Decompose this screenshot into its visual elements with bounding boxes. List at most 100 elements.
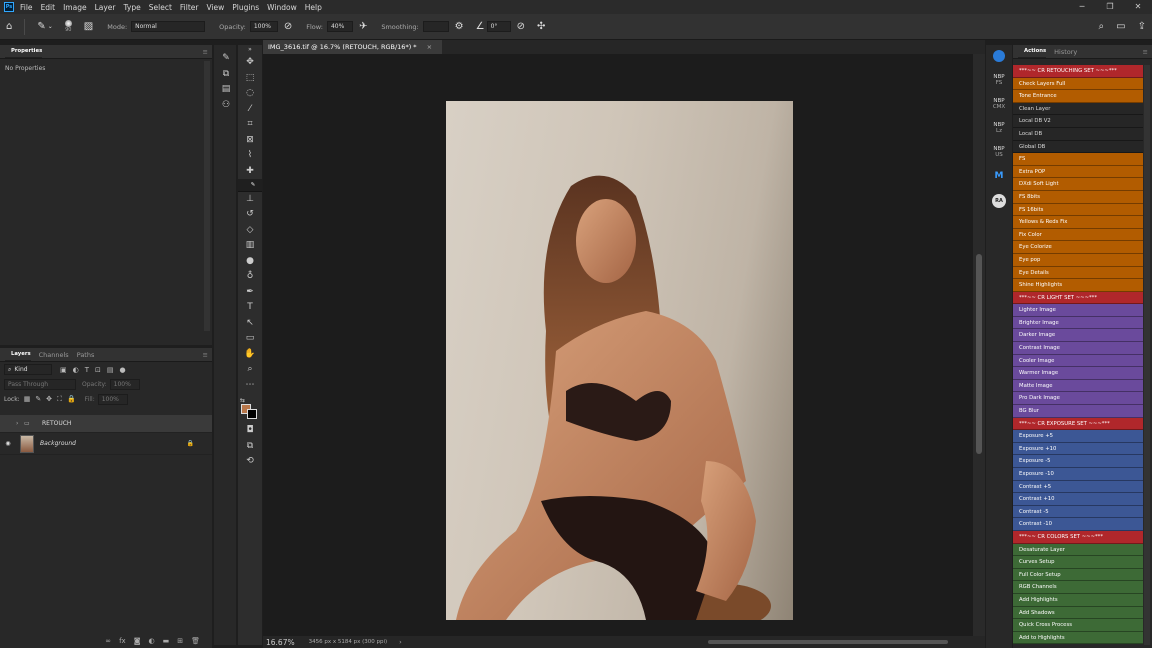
smoothing-field[interactable] — [422, 21, 449, 32]
edit-toolbar-icon[interactable]: ⟲ — [238, 454, 262, 470]
eye-icon[interactable]: ◉ — [0, 440, 16, 447]
blur-tool-icon[interactable]: ● — [238, 254, 262, 270]
screen-mode-icon[interactable]: ⧉ — [238, 439, 262, 455]
action-set-header[interactable]: ***~~ CR EXPOSURE SET ~~~*** — [1013, 417, 1143, 431]
layer-group-retouch[interactable]: › ▭ RETOUCH — [0, 415, 212, 433]
tab-channels[interactable]: Channels — [39, 351, 69, 359]
layer-background[interactable]: ◉ Background 🔒 — [0, 433, 212, 455]
marquee-tool-icon[interactable]: ⬚ — [238, 71, 262, 87]
action-set-header[interactable]: ***~~ CR RETOUCHING SET ~~~*** — [1013, 65, 1143, 78]
action-item[interactable]: Exposure +10 — [1013, 442, 1143, 456]
action-item[interactable]: Check Layers Full — [1013, 77, 1143, 91]
eraser-icon[interactable]: ◇ — [238, 223, 262, 239]
pressure-opacity-icon[interactable]: ⊘ — [284, 21, 292, 32]
action-item[interactable]: Eye pop — [1013, 253, 1143, 267]
action-item[interactable]: Cooler Image — [1013, 354, 1143, 368]
lasso-tool-icon[interactable]: ◌ — [238, 86, 262, 102]
clone-stamp-icon[interactable]: ⊥ — [238, 192, 262, 208]
dodge-tool-icon[interactable]: ♁ — [238, 269, 262, 285]
lock-icons[interactable]: ▦✎✥⛶🔒 — [24, 395, 81, 404]
vertical-scrollbar[interactable] — [973, 54, 985, 638]
action-item[interactable]: Clean Layer — [1013, 102, 1143, 116]
action-item[interactable]: Add Shadows — [1013, 606, 1143, 620]
menu-help[interactable]: Help — [305, 3, 322, 12]
document-image[interactable] — [446, 101, 793, 620]
chevron-right-icon[interactable]: › — [16, 420, 24, 427]
menu-window[interactable]: Window — [267, 3, 297, 12]
action-item[interactable]: Exposure -10 — [1013, 468, 1143, 481]
action-item[interactable]: Pro Dark Image — [1013, 392, 1143, 406]
share-icon[interactable]: ⇪ — [1138, 21, 1146, 32]
action-item[interactable]: Exposure +5 — [1013, 430, 1143, 443]
layer-opacity-field[interactable]: 100% — [109, 379, 140, 390]
plugin-c-logo-icon[interactable] — [986, 45, 1012, 69]
symmetry-icon[interactable]: ✣ — [537, 21, 545, 32]
type-tool-icon[interactable]: T — [238, 300, 262, 316]
document-tab[interactable]: IMG_3616.tif @ 16.7% (RETOUCH, RGB/16*) … — [263, 40, 443, 54]
action-set-header[interactable]: ***~~ CR COLORS SET ~~~*** — [1013, 530, 1143, 544]
plugin-nbp-fs[interactable]: NBP FS — [986, 69, 1012, 93]
action-item[interactable]: Local DB — [1013, 127, 1143, 141]
clone-source-icon[interactable]: ⧉ — [214, 67, 238, 83]
home-icon[interactable]: ⌂ — [6, 21, 12, 32]
action-item[interactable]: Tone Entrance — [1013, 90, 1143, 103]
canvas[interactable] — [263, 54, 973, 638]
close-icon[interactable]: ✕ — [1124, 0, 1152, 14]
fx-icon[interactable]: fx — [119, 637, 126, 645]
menu-type[interactable]: Type — [124, 3, 141, 12]
mode-select[interactable]: Normal — [131, 21, 206, 32]
flow-field[interactable]: 40% — [326, 21, 353, 32]
plugin-nbp-cmx[interactable]: NBP CMX — [986, 93, 1012, 117]
history-brush-icon[interactable]: ↺ — [238, 207, 262, 223]
menu-file[interactable]: File — [20, 3, 33, 12]
horizontal-scrollbar[interactable] — [402, 636, 985, 648]
action-item[interactable]: Local DB V2 — [1013, 115, 1143, 128]
brush-tool-icon[interactable]: ✎ — [37, 21, 45, 32]
action-item[interactable]: Quick Cross Process — [1013, 619, 1143, 632]
action-item[interactable]: Contrast -5 — [1013, 505, 1143, 519]
menu-edit[interactable]: Edit — [41, 3, 56, 12]
eyedropper-icon[interactable]: ⌇ — [238, 148, 262, 164]
plugin-nbp-us[interactable]: NBP US — [986, 141, 1012, 165]
action-item[interactable]: Yellows & Reds Fix — [1013, 216, 1143, 229]
opacity-field[interactable]: 100% — [249, 21, 278, 32]
gradient-tool-icon[interactable]: ▥ — [238, 238, 262, 254]
scrollbar[interactable] — [204, 61, 210, 331]
action-item[interactable]: Darker Image — [1013, 329, 1143, 343]
action-item[interactable]: Fix Color — [1013, 228, 1143, 242]
action-item[interactable]: Contrast Image — [1013, 342, 1143, 355]
hand-tool-icon[interactable]: ✋ — [238, 347, 262, 363]
plugin-m-icon[interactable]: M — [986, 165, 1012, 189]
menu-filter[interactable]: Filter — [180, 3, 199, 12]
action-item[interactable]: DXdi Soft Light — [1013, 178, 1143, 191]
action-item[interactable]: Eye Details — [1013, 266, 1143, 280]
plugin-ra-icon[interactable]: RA — [986, 189, 1012, 213]
action-item[interactable]: Global DB — [1013, 140, 1143, 154]
tab-layers[interactable]: Layers — [5, 348, 31, 361]
brush-tool-icon[interactable]: ✎ — [238, 179, 262, 192]
adjustment-icon[interactable]: ◐ — [149, 637, 155, 645]
action-set-header[interactable]: ***~~ CR LIGHT SET ~~~*** — [1013, 291, 1143, 305]
scrollbar[interactable] — [1144, 65, 1150, 645]
action-item[interactable]: FS 8bits — [1013, 190, 1143, 204]
swap-colors-icon[interactable]: ⇆ — [240, 397, 245, 404]
folder-icon[interactable]: ▬ — [163, 637, 170, 645]
action-item[interactable]: Extra POP — [1013, 165, 1143, 179]
action-item[interactable]: Matte Image — [1013, 379, 1143, 393]
action-item[interactable]: Full Color Setup — [1013, 568, 1143, 582]
action-item[interactable]: RGB Channels — [1013, 581, 1143, 594]
path-select-icon[interactable]: ↖ — [238, 316, 262, 332]
angle-field[interactable]: 0° — [486, 21, 511, 32]
person-icon[interactable]: ⚇ — [214, 98, 238, 114]
minimize-icon[interactable]: ─ — [1068, 0, 1096, 14]
restore-icon[interactable]: ❐ — [1096, 0, 1124, 14]
new-layer-icon[interactable]: ⊞ — [177, 637, 183, 645]
healing-brush-icon[interactable]: ✚ — [238, 164, 262, 180]
menu-image[interactable]: Image — [63, 3, 87, 12]
panel-menu-icon[interactable]: ≡ — [203, 351, 208, 359]
layer-filter-icons[interactable]: ▣◐T⊡▤● — [60, 366, 132, 374]
menu-layer[interactable]: Layer — [95, 3, 116, 12]
action-item[interactable]: BG Blur — [1013, 405, 1143, 418]
pen-tool-icon[interactable]: ✒ — [238, 285, 262, 301]
action-item[interactable]: Warmer Image — [1013, 367, 1143, 380]
